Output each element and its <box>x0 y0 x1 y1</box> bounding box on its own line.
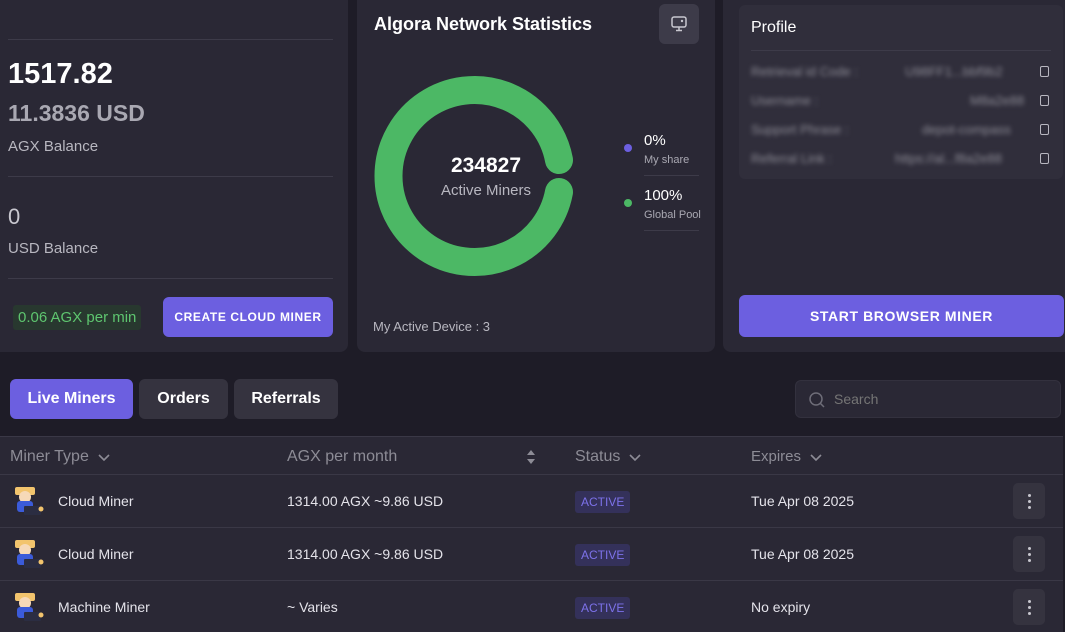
status-badge: ACTIVE <box>575 491 631 513</box>
profile-row-label: Username : <box>751 93 819 108</box>
mining-rate-badge: 0.06 AGX per min <box>13 305 142 330</box>
stats-title: Algora Network Statistics <box>374 14 593 34</box>
chevron-down-icon <box>98 454 110 462</box>
agx-per-month: 1314.00 AGX ~9.86 USD <box>287 546 444 562</box>
expires-date: No expiry <box>751 599 811 615</box>
divider <box>0 436 1063 437</box>
monitor-button[interactable] <box>659 4 699 44</box>
divider <box>0 474 1063 475</box>
my-share-value: 0% <box>644 132 666 149</box>
tab-referrals[interactable]: Referrals <box>234 379 338 419</box>
divider <box>644 175 699 176</box>
divider <box>644 230 699 231</box>
usd-balance-label: USD Balance <box>8 240 99 257</box>
profile-row-value: U98FF1...bbf9b2 <box>905 64 1003 79</box>
profile-title: Profile <box>751 19 797 36</box>
start-browser-miner-button[interactable]: START BROWSER MINER <box>739 295 1064 337</box>
row-menu-button[interactable] <box>1013 536 1045 572</box>
usd-balance-amount: 0 <box>8 204 21 229</box>
global-pool-value: 100% <box>644 187 683 204</box>
miner-avatar-icon <box>15 593 44 621</box>
miner-avatar-icon <box>15 540 44 568</box>
divider <box>751 50 1051 51</box>
monitor-icon <box>671 16 687 32</box>
miner-type: Cloud Miner <box>58 546 134 562</box>
copy-icon[interactable] <box>1040 153 1049 164</box>
column-header-label: Status <box>575 448 621 465</box>
miner-type: Machine Miner <box>58 599 150 615</box>
agx-balance-amount: 1517.82 <box>8 58 113 90</box>
column-header-label: Expires <box>751 448 802 465</box>
miners-table <box>0 436 1063 632</box>
copy-icon[interactable] <box>1040 66 1049 77</box>
agx-per-month: ~ Varies <box>287 599 338 615</box>
divider <box>0 580 1063 581</box>
row-menu-button[interactable] <box>1013 589 1045 625</box>
profile-row-label: Referral Link : <box>751 151 832 166</box>
search-icon <box>809 392 825 408</box>
tab-orders[interactable]: Orders <box>139 379 228 419</box>
column-header-label: Miner Type <box>10 448 89 465</box>
active-miners-count: 234827 <box>450 154 522 177</box>
profile-row-label: Support Phrase : <box>751 122 849 137</box>
chevron-down-icon <box>810 453 822 461</box>
usd-equivalent: 11.3836 USD <box>8 100 145 126</box>
miner-type: Cloud Miner <box>58 493 134 509</box>
agx-balance-label: AGX Balance <box>8 138 99 155</box>
divider <box>8 278 333 279</box>
column-header-label: AGX per month <box>287 448 398 465</box>
profile-row-label: Retrieval id Code : <box>751 64 858 79</box>
column-header-miner-type[interactable]: Miner Type <box>10 448 111 466</box>
row-menu-button[interactable] <box>1013 483 1045 519</box>
copy-icon[interactable] <box>1040 124 1049 135</box>
status-badge: ACTIVE <box>575 544 631 566</box>
divider <box>0 527 1063 528</box>
expires-date: Tue Apr 08 2025 <box>751 546 855 562</box>
copy-icon[interactable] <box>1040 95 1049 106</box>
global-pool-label: Global Pool <box>644 209 701 221</box>
column-header-expires[interactable]: Expires <box>751 448 823 465</box>
sort-icon[interactable] <box>525 449 537 465</box>
active-device-count: My Active Device : 3 <box>373 319 491 334</box>
column-header-agx-per-month[interactable]: AGX per month <box>287 448 397 466</box>
profile-row-value: depot-compass <box>922 122 1011 137</box>
active-miners-label: Active Miners <box>440 182 532 199</box>
divider <box>8 39 333 40</box>
profile-row-value: M8a2e88 <box>970 93 1025 108</box>
create-cloud-miner-button[interactable]: CREATE CLOUD MINER <box>163 297 333 337</box>
expires-date: Tue Apr 08 2025 <box>751 493 855 509</box>
miner-avatar-icon <box>15 487 44 515</box>
status-badge: ACTIVE <box>575 597 631 619</box>
column-header-status[interactable]: Status <box>575 448 642 466</box>
agx-per-month: 1314.00 AGX ~9.86 USD <box>287 493 444 509</box>
search-box <box>795 380 1061 418</box>
profile-row-value: https://al...f8a2e88 <box>895 151 1002 166</box>
my-share-label: My share <box>644 154 690 166</box>
search-input[interactable] <box>834 387 1044 411</box>
chevron-down-icon <box>629 454 641 462</box>
my-share-legend-dot <box>624 144 632 152</box>
divider <box>8 176 333 177</box>
global-pool-legend-dot <box>624 199 632 207</box>
tab-live-miners[interactable]: Live Miners <box>10 379 133 419</box>
